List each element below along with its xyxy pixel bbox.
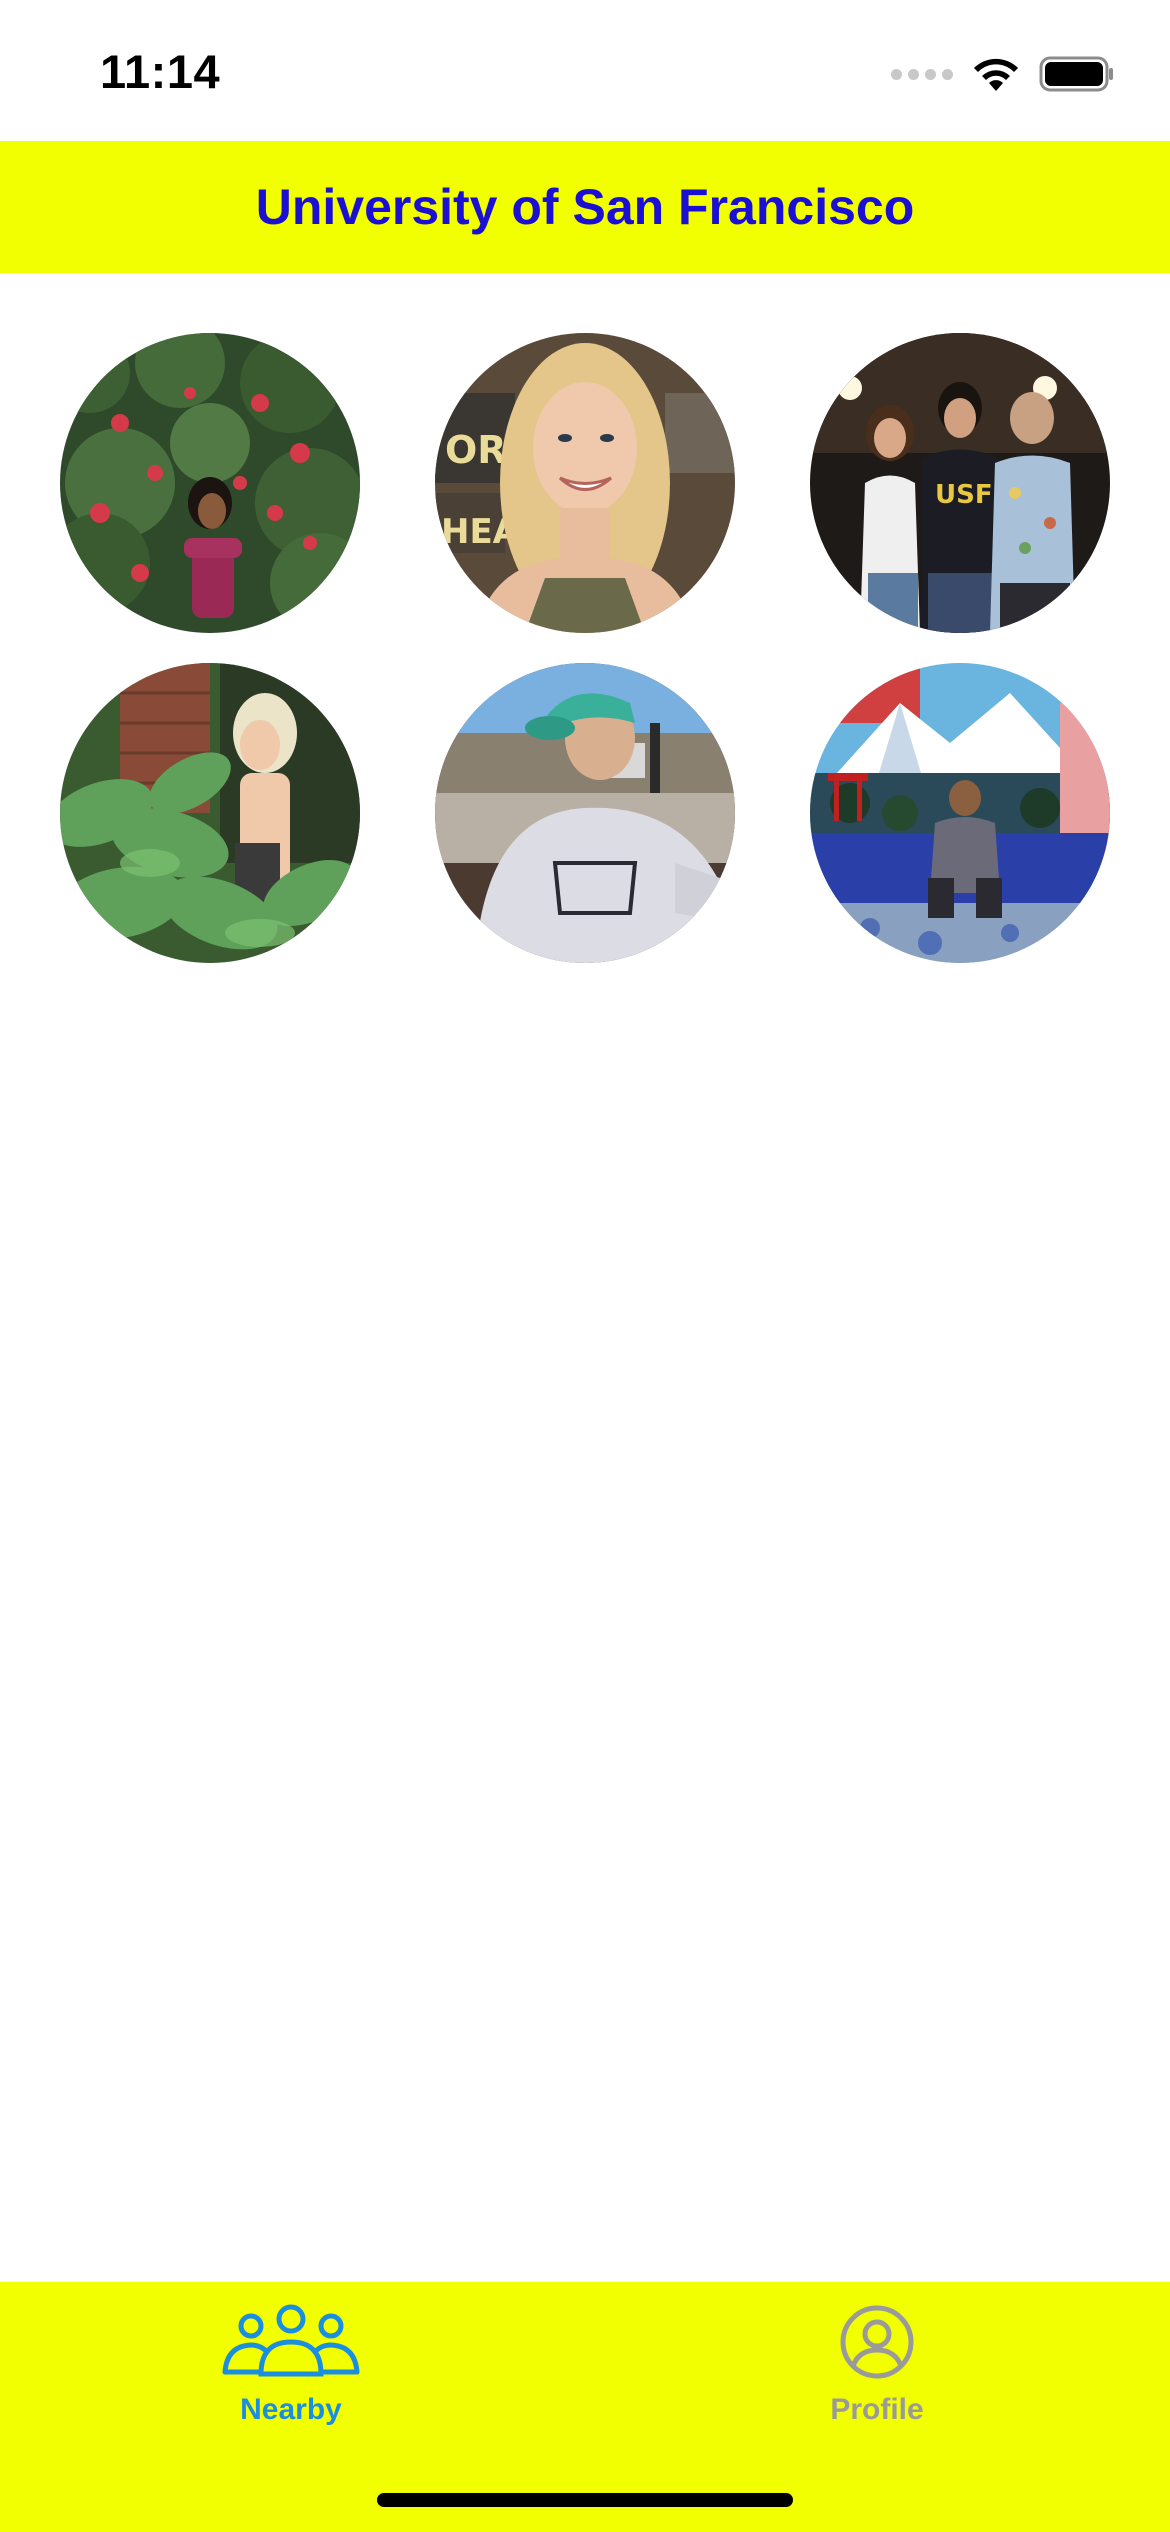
people-icon (222, 2304, 360, 2377)
cellular-signal-icon (891, 68, 953, 80)
header-bar: University of San Francisco (0, 141, 1170, 273)
page-title: University of San Francisco (255, 179, 915, 235)
profile-photo-6[interactable] (810, 663, 1110, 963)
wifi-icon (974, 58, 1018, 91)
person-circle-icon (840, 2305, 914, 2379)
status-time: 11:14 (100, 45, 221, 98)
status-bar: 11:14 (0, 0, 1170, 141)
profile-photo-2[interactable]: OR HEA (435, 333, 735, 633)
profile-photo-4[interactable] (60, 663, 360, 963)
battery-icon (1039, 56, 1113, 92)
tab-label-profile: Profile (830, 2393, 924, 2426)
home-indicator[interactable] (377, 2493, 793, 2507)
svg-text:USF: USF (935, 480, 993, 510)
profile-photo-1[interactable] (60, 333, 360, 633)
svg-text:OR: OR (445, 428, 507, 472)
tab-nearby[interactable]: Nearby (141, 2302, 441, 2442)
tab-label-nearby: Nearby (240, 2393, 342, 2426)
profile-photo-3[interactable]: USF (810, 333, 1110, 633)
profile-photo-5[interactable] (435, 663, 735, 963)
status-icons (891, 52, 1115, 96)
tab-profile[interactable]: Profile (727, 2302, 1027, 2442)
